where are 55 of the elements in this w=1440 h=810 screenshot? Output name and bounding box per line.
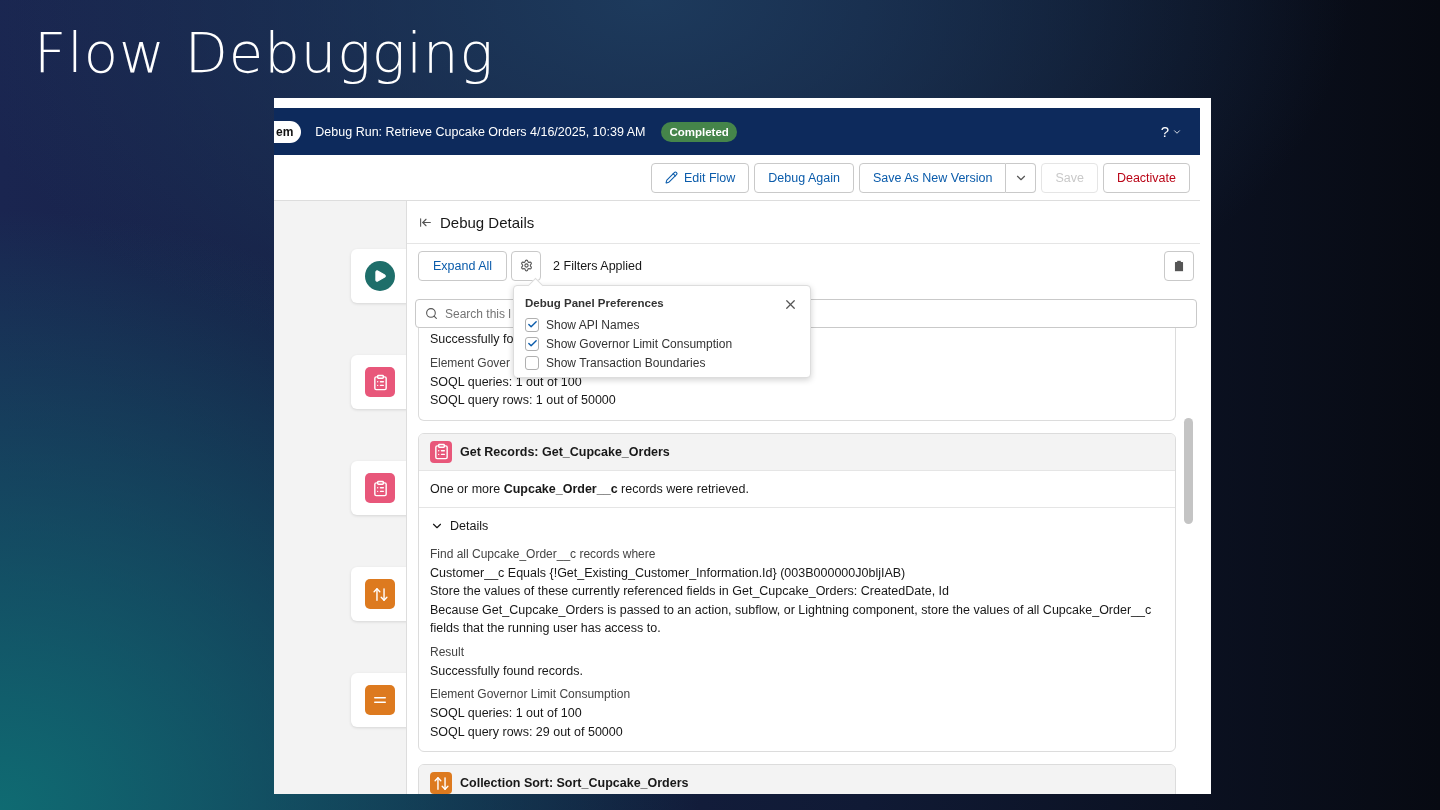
expand-all-button[interactable]: Expand All [418,250,508,281]
run-title: Debug Run: Retrieve Cupcake Orders 4/16/2025, 10:39 AM [315,124,646,139]
popover-title: Debug Panel Preferences [525,296,664,309]
section-label: Element Gover [430,354,511,372]
clipboard-icon [1172,258,1186,273]
detail-text: SOQL queries: 1 out of 100 [430,705,582,722]
status-badge: Completed [661,121,737,142]
edit-button[interactable]: Edit Flow [650,162,750,193]
toolbar-button[interactable]: Deactivate [1102,162,1190,193]
checkbox[interactable] [525,317,539,332]
clipboard-icon [365,473,395,503]
summary-text: One or more Cupcake_Order__c records were retrieved. [419,470,1175,508]
app-badge: em [274,120,302,143]
card-title: Get Records: Get_Cupcake_Orders [460,444,670,459]
close-button[interactable] [783,297,798,312]
clipboard-button[interactable] [1164,250,1194,281]
collapse-icon[interactable] [419,215,432,229]
slide-title: Flow Debugging [33,18,496,87]
detail-text: Successfully fo [430,331,514,348]
detail-text: Customer__c Equals {!Get_Existing_Customer_Information.Id} (003B000000J0bljIAB) [430,564,906,582]
clipboard-icon [430,440,452,463]
clipboard-icon [365,367,395,397]
option-label: Show API Names [546,317,640,332]
scrollbar[interactable] [1183,418,1193,524]
flow-node[interactable] [351,461,406,515]
up-down-arrows-icon [365,579,395,609]
flow-node[interactable] [351,673,406,727]
flow-node[interactable] [351,355,406,409]
equals-icon [365,685,395,715]
help-button[interactable]: ? [1160,123,1182,140]
details-toggle[interactable]: Details [419,507,500,541]
section-label: Element Governor Limit Consumption [430,686,631,703]
detail-text: Because Get_Cupcake_Orders is passed to an action, subflow, or Lightning component, store the values of all Cupcake_Order__c fields that the running user has access to. [430,601,1153,637]
detail-text: Successfully found records. [430,662,583,680]
detail-text: SOQL query rows: 29 out of 50000 [430,723,623,741]
panel-title: Debug Details [440,213,535,231]
card-title: Collection Sort: Sort_Cupcake_Orders [460,776,689,790]
search-icon [425,307,438,320]
section-label: Find all Cupcake_Order__c records where [430,545,656,563]
save-as-button[interactable]: Save As New Version [858,162,1007,193]
filters-text: 2 Filters Applied [553,258,642,273]
settings-icon [519,259,533,272]
section-label: Result [430,643,464,661]
pencil-icon [664,171,678,184]
flow-node[interactable] [351,567,406,621]
play-icon [365,261,395,291]
checkbox[interactable] [525,355,539,370]
detail-text: Store the values of these currently referenced fields in Get_Cupcake_Orders: CreatedDate, Id [430,583,950,600]
option-label: Show Transaction Boundaries [546,355,706,370]
checkbox[interactable] [525,336,539,351]
flow-node[interactable] [351,249,406,303]
option-label: Show Governor Limit Consumption [546,336,733,351]
detail-text: SOQL query rows: 1 out of 50000 [430,392,616,409]
toolbar-button[interactable]: Debug Again [754,162,854,193]
settings-button[interactable] [511,250,542,281]
